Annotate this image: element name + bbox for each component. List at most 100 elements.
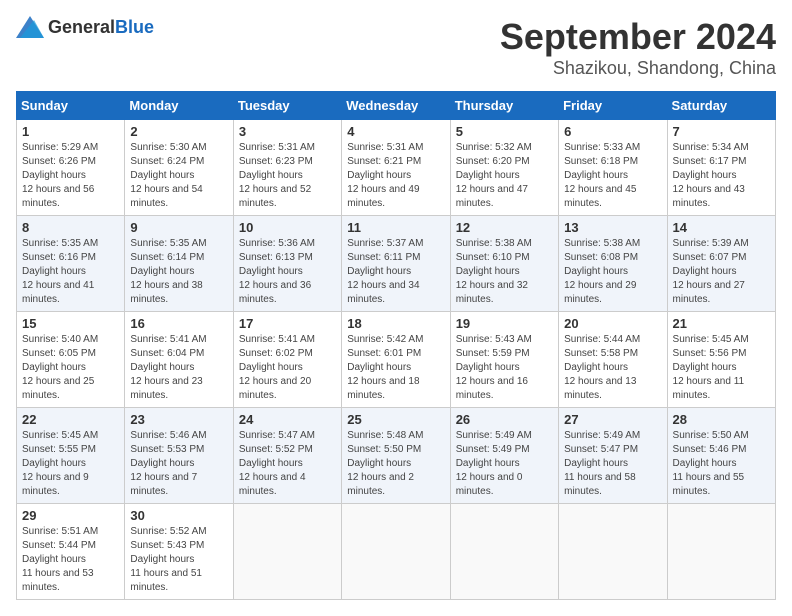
day-number: 27 [564, 412, 661, 427]
calendar-week-4: 22Sunrise: 5:45 AMSunset: 5:55 PMDayligh… [17, 408, 776, 504]
day-number: 22 [22, 412, 119, 427]
day-info: Sunrise: 5:33 AMSunset: 6:18 PMDaylight … [564, 141, 661, 211]
day-number: 6 [564, 124, 661, 139]
day-number: 29 [22, 508, 119, 523]
calendar-cell [233, 504, 341, 600]
calendar-header: SundayMondayTuesdayWednesdayThursdayFrid… [17, 92, 776, 120]
calendar-cell: 29 Sunrise: 5:51 AMSunset: 5:44 PMDayligh… [17, 504, 125, 600]
day-number: 26 [456, 412, 553, 427]
day-number: 13 [564, 220, 661, 235]
weekday-header-saturday: Saturday [667, 92, 775, 120]
day-info: Sunrise: 5:42 AMSunset: 6:01 PMDaylight … [347, 333, 444, 403]
day-number: 23 [130, 412, 227, 427]
day-number: 9 [130, 220, 227, 235]
location-title: Shazikou, Shandong, China [500, 58, 776, 79]
weekday-header-monday: Monday [125, 92, 233, 120]
day-info: Sunrise: 5:34 AMSunset: 6:17 PMDaylight … [673, 141, 770, 211]
calendar-cell [450, 504, 558, 600]
day-number: 17 [239, 316, 336, 331]
calendar-cell: 7 Sunrise: 5:34 AMSunset: 6:17 PMDaylight… [667, 120, 775, 216]
calendar-cell: 11 Sunrise: 5:37 AMSunset: 6:11 PMDayligh… [342, 216, 450, 312]
calendar-cell: 14 Sunrise: 5:39 AMSunset: 6:07 PMDayligh… [667, 216, 775, 312]
calendar-cell: 20Sunrise: 5:44 AMSunset: 5:58 PMDayligh… [559, 312, 667, 408]
day-info: Sunrise: 5:39 AMSunset: 6:07 PMDaylight … [673, 237, 770, 307]
calendar-cell: 4 Sunrise: 5:31 AMSunset: 6:21 PMDaylight… [342, 120, 450, 216]
weekday-header-wednesday: Wednesday [342, 92, 450, 120]
day-number: 16 [130, 316, 227, 331]
calendar-cell: 15 Sunrise: 5:40 AMSunset: 6:05 PMDayligh… [17, 312, 125, 408]
calendar-cell: 8 Sunrise: 5:35 AMSunset: 6:16 PMDaylight… [17, 216, 125, 312]
day-info: Sunrise: 5:38 AMSunset: 6:08 PMDaylight … [564, 237, 661, 307]
day-number: 4 [347, 124, 444, 139]
day-number: 20 [564, 316, 661, 331]
calendar-cell: 1Sunrise: 5:29 AMSunset: 6:26 PMDaylight… [17, 120, 125, 216]
day-number: 30 [130, 508, 227, 523]
calendar-week-1: 1Sunrise: 5:29 AMSunset: 6:26 PMDaylight… [17, 120, 776, 216]
calendar-cell: 30 Sunrise: 5:52 AMSunset: 5:43 PMDayligh… [125, 504, 233, 600]
weekday-header-thursday: Thursday [450, 92, 558, 120]
calendar-cell: 9 Sunrise: 5:35 AMSunset: 6:14 PMDaylight… [125, 216, 233, 312]
page-header: GeneralBlue September 2024 Shazikou, Sha… [16, 16, 776, 79]
day-info: Sunrise: 5:35 AMSunset: 6:16 PMDaylight … [22, 237, 119, 307]
day-info: Sunrise: 5:51 AMSunset: 5:44 PMDaylight … [22, 525, 119, 595]
calendar-cell: 2 Sunrise: 5:30 AMSunset: 6:24 PMDaylight… [125, 120, 233, 216]
calendar-cell: 28Sunrise: 5:50 AMSunset: 5:46 PMDayligh… [667, 408, 775, 504]
day-info: Sunrise: 5:36 AMSunset: 6:13 PMDaylight … [239, 237, 336, 307]
calendar-cell: 19 Sunrise: 5:43 AMSunset: 5:59 PMDayligh… [450, 312, 558, 408]
weekday-header-sunday: Sunday [17, 92, 125, 120]
day-info: Sunrise: 5:47 AMSunset: 5:52 PMDaylight … [239, 429, 336, 499]
day-info: Sunrise: 5:40 AMSunset: 6:05 PMDaylight … [22, 333, 119, 403]
day-info: Sunrise: 5:38 AMSunset: 6:10 PMDaylight … [456, 237, 553, 307]
calendar-cell: 18 Sunrise: 5:42 AMSunset: 6:01 PMDayligh… [342, 312, 450, 408]
title-area: September 2024 Shazikou, Shandong, China [500, 16, 776, 79]
calendar-cell: 6 Sunrise: 5:33 AMSunset: 6:18 PMDaylight… [559, 120, 667, 216]
day-info: Sunrise: 5:48 AMSunset: 5:50 PMDaylight … [347, 429, 444, 499]
calendar-cell: 23 Sunrise: 5:46 AMSunset: 5:53 PMDayligh… [125, 408, 233, 504]
day-info: Sunrise: 5:43 AMSunset: 5:59 PMDaylight … [456, 333, 553, 403]
day-info: Sunrise: 5:30 AMSunset: 6:24 PMDaylight … [130, 141, 227, 211]
day-number: 19 [456, 316, 553, 331]
day-info: Sunrise: 5:52 AMSunset: 5:43 PMDaylight … [130, 525, 227, 595]
day-info: Sunrise: 5:37 AMSunset: 6:11 PMDaylight … [347, 237, 444, 307]
day-number: 2 [130, 124, 227, 139]
day-number: 25 [347, 412, 444, 427]
day-number: 1 [22, 124, 119, 139]
day-number: 7 [673, 124, 770, 139]
calendar-cell [342, 504, 450, 600]
day-info: Sunrise: 5:35 AMSunset: 6:14 PMDaylight … [130, 237, 227, 307]
calendar-table: SundayMondayTuesdayWednesdayThursdayFrid… [16, 91, 776, 600]
calendar-body: 1Sunrise: 5:29 AMSunset: 6:26 PMDaylight… [17, 120, 776, 600]
day-number: 8 [22, 220, 119, 235]
day-number: 11 [347, 220, 444, 235]
day-info: Sunrise: 5:41 AMSunset: 6:04 PMDaylight … [130, 333, 227, 403]
day-info: Sunrise: 5:46 AMSunset: 5:53 PMDaylight … [130, 429, 227, 499]
calendar-cell: 16 Sunrise: 5:41 AMSunset: 6:04 PMDayligh… [125, 312, 233, 408]
day-number: 14 [673, 220, 770, 235]
calendar-cell: 10Sunrise: 5:36 AMSunset: 6:13 PMDayligh… [233, 216, 341, 312]
day-info: Sunrise: 5:31 AMSunset: 6:21 PMDaylight … [347, 141, 444, 211]
day-info: Sunrise: 5:50 AMSunset: 5:46 PMDaylight … [673, 429, 770, 499]
calendar-week-3: 15 Sunrise: 5:40 AMSunset: 6:05 PMDayligh… [17, 312, 776, 408]
calendar-cell: 17 Sunrise: 5:41 AMSunset: 6:02 PMDayligh… [233, 312, 341, 408]
day-number: 15 [22, 316, 119, 331]
day-number: 24 [239, 412, 336, 427]
calendar-cell: 25 Sunrise: 5:48 AMSunset: 5:50 PMDayligh… [342, 408, 450, 504]
logo-text: GeneralBlue [48, 17, 154, 38]
calendar-cell: 26Sunrise: 5:49 AMSunset: 5:49 PMDayligh… [450, 408, 558, 504]
calendar-week-5: 29 Sunrise: 5:51 AMSunset: 5:44 PMDayligh… [17, 504, 776, 600]
calendar-cell: 24 Sunrise: 5:47 AMSunset: 5:52 PMDayligh… [233, 408, 341, 504]
logo: GeneralBlue [16, 16, 154, 38]
day-info: Sunrise: 5:32 AMSunset: 6:20 PMDaylight … [456, 141, 553, 211]
day-number: 12 [456, 220, 553, 235]
month-title: September 2024 [500, 16, 776, 58]
day-info: Sunrise: 5:41 AMSunset: 6:02 PMDaylight … [239, 333, 336, 403]
day-number: 3 [239, 124, 336, 139]
day-number: 5 [456, 124, 553, 139]
day-info: Sunrise: 5:45 AMSunset: 5:56 PMDaylight … [673, 333, 770, 403]
weekday-header-friday: Friday [559, 92, 667, 120]
day-info: Sunrise: 5:31 AMSunset: 6:23 PMDaylight … [239, 141, 336, 211]
logo-icon [16, 16, 44, 38]
day-number: 18 [347, 316, 444, 331]
calendar-week-2: 8 Sunrise: 5:35 AMSunset: 6:16 PMDaylight… [17, 216, 776, 312]
weekday-header-row: SundayMondayTuesdayWednesdayThursdayFrid… [17, 92, 776, 120]
